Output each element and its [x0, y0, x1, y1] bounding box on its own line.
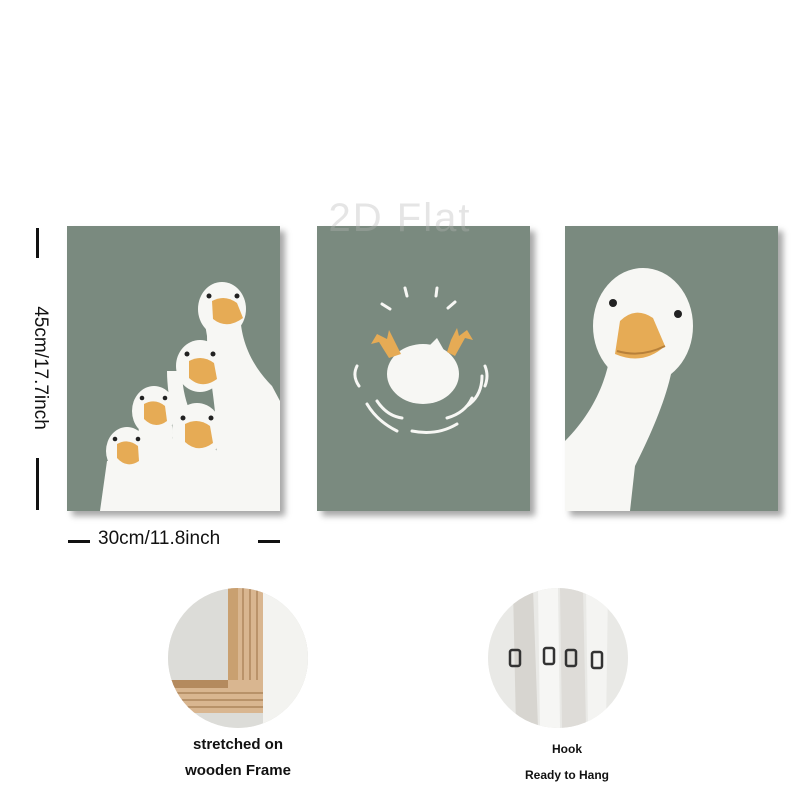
width-dimension-label: 30cm/11.8inch [98, 528, 221, 549]
wooden-frame-caption: stretched on wooden Frame [168, 732, 308, 784]
height-dimension-line-top [36, 228, 39, 258]
hook-caption-line2: Ready to Hang [524, 768, 609, 782]
hook-caption-line1: Hook [552, 742, 582, 756]
splash-goose-illustration [317, 226, 530, 511]
hook-image [488, 588, 628, 728]
geese-group-illustration [67, 226, 280, 511]
width-dimension-line-right [258, 540, 280, 543]
wooden-frame-image [168, 588, 308, 728]
curious-goose-panel [565, 226, 778, 511]
height-dimension-label: 45cm/17.7inch [30, 306, 51, 430]
hook-caption: Hook Ready to Hang [488, 736, 646, 788]
geese-group-panel [67, 226, 280, 511]
wooden-frame-caption-line1: stretched on [192, 736, 283, 753]
splash-goose-panel [317, 226, 530, 511]
width-dimension-line-left [68, 540, 90, 543]
curious-goose-illustration [565, 226, 778, 511]
wooden-frame-caption-line2: wooden Frame [185, 762, 291, 779]
height-dimension-line-bottom [36, 458, 39, 510]
